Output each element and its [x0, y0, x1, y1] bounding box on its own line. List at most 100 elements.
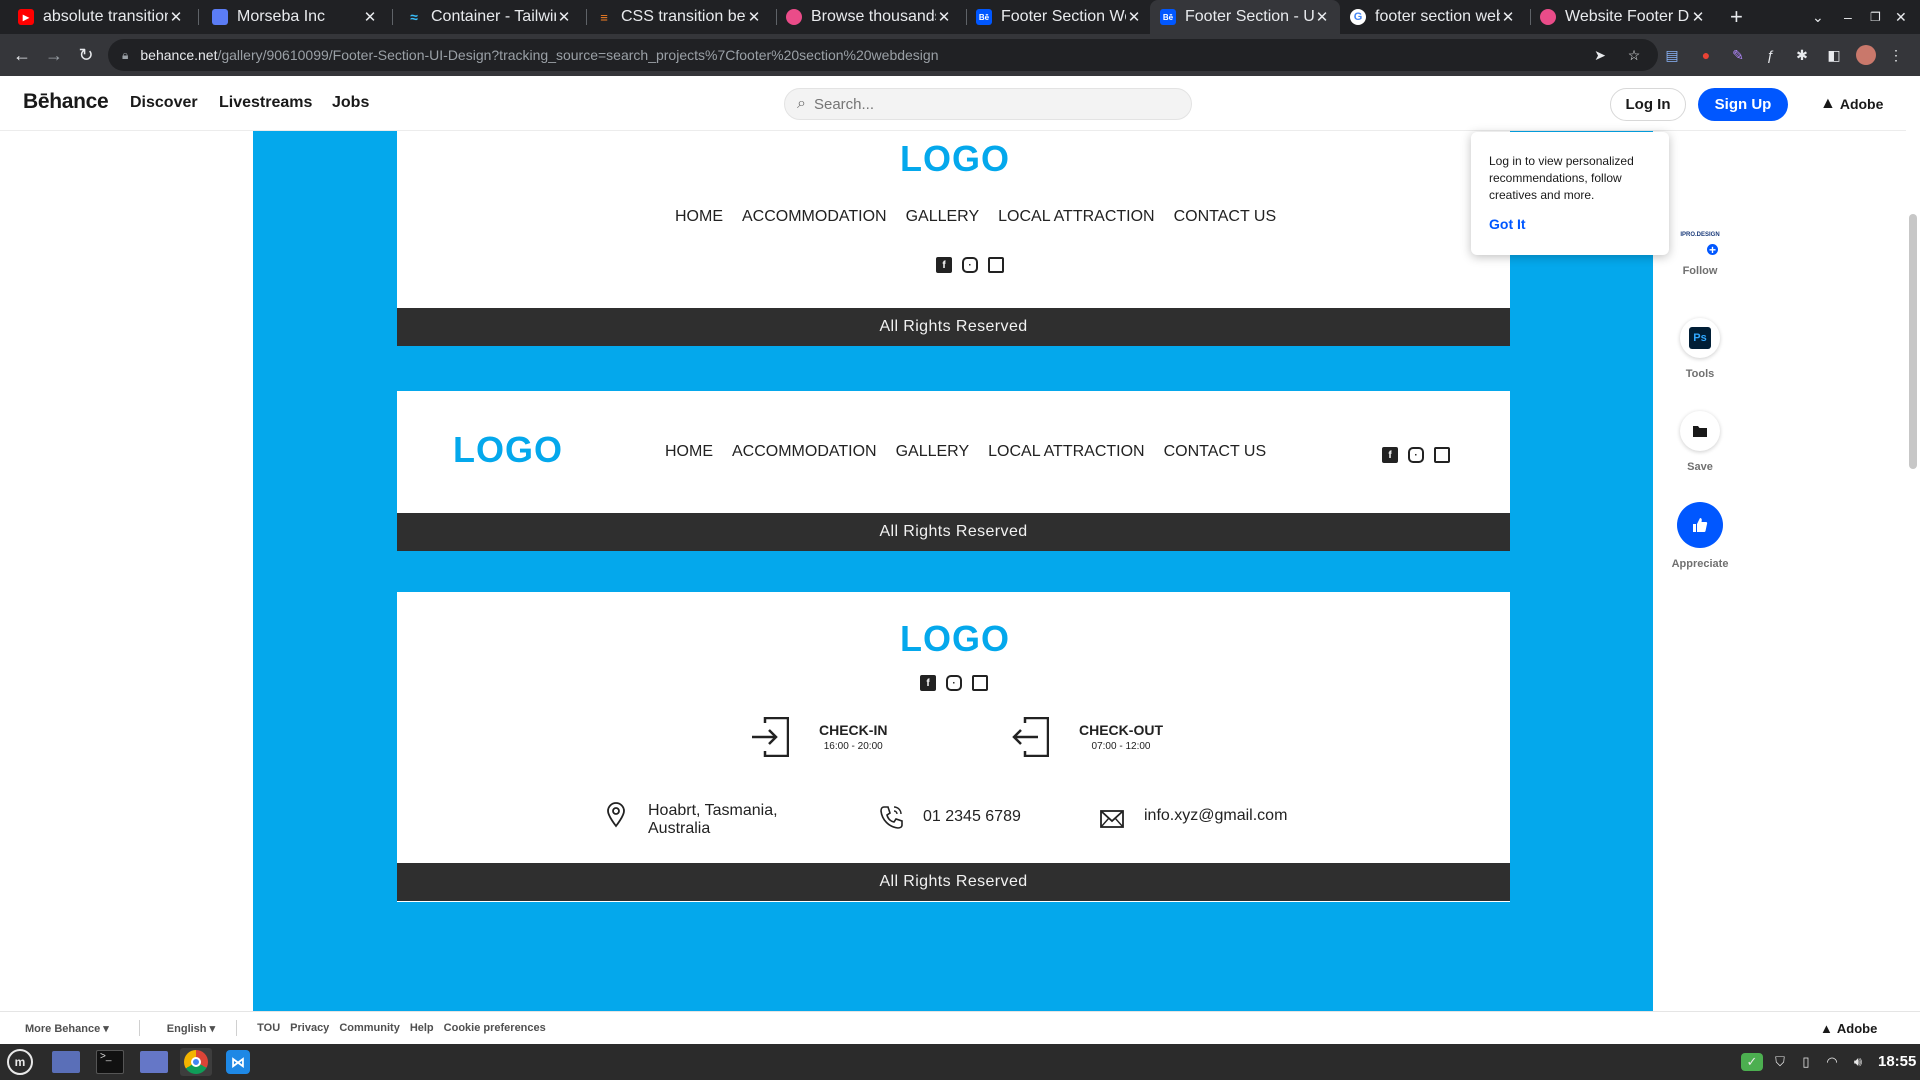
tab-title: Website Footer De — [1565, 8, 1690, 25]
mint-menu-icon[interactable]: m — [4, 1048, 36, 1076]
clock[interactable]: 18:55 — [1878, 1053, 1916, 1070]
language-dropdown[interactable]: English ▾ — [167, 1022, 215, 1035]
new-tab-button[interactable]: + — [1730, 0, 1743, 34]
profile-avatar[interactable] — [1856, 45, 1876, 65]
browser-tab-active[interactable]: Bē Footer Section - U ✕ — [1150, 0, 1340, 34]
behance-icon: Bē — [1160, 9, 1176, 25]
nav-livestreams[interactable]: Livestreams — [219, 94, 312, 112]
wifi-icon[interactable]: ◠ — [1822, 1053, 1842, 1071]
terminal-icon[interactable]: >_ — [94, 1048, 126, 1076]
signup-button[interactable]: Sign Up — [1698, 88, 1788, 121]
minimize-icon[interactable]: – — [1844, 0, 1852, 34]
close-tab-icon[interactable]: ✕ — [1314, 8, 1330, 26]
footer-adobe-link[interactable]: ▲ Adobe — [1820, 1021, 1877, 1036]
restore-icon[interactable]: ❐ — [1870, 0, 1881, 34]
footer-link-tou[interactable]: TOU — [257, 1022, 280, 1034]
reload-icon[interactable]: ↻ — [72, 41, 100, 69]
footer-link-cookie-preferences[interactable]: Cookie preferences — [444, 1022, 546, 1034]
tools-button[interactable]: Ps — [1680, 318, 1720, 358]
rail-tools[interactable]: Ps Tools — [1676, 318, 1724, 380]
extensions-puzzle-icon[interactable]: ✱ — [1792, 45, 1812, 65]
close-tab-icon[interactable]: ✕ — [1500, 8, 1516, 26]
close-tab-icon[interactable]: ✕ — [936, 8, 952, 26]
close-tab-icon[interactable]: ✕ — [556, 8, 572, 26]
close-tab-icon[interactable]: ✕ — [746, 8, 762, 26]
close-window-icon[interactable]: ✕ — [1895, 0, 1907, 34]
forward-icon[interactable]: → — [40, 41, 68, 69]
extension-adblock-icon[interactable]: ● — [1696, 45, 1716, 65]
adobe-link[interactable]: ▲ Adobe — [1820, 95, 1883, 113]
browser-tab[interactable]: Bē Footer Section We ✕ — [966, 0, 1152, 34]
browser-tab[interactable]: Website Footer De ✕ — [1530, 0, 1716, 34]
browser-tab[interactable]: Morseba Inc ✕ — [202, 0, 388, 34]
adobe-logo-icon: ▲ — [1820, 95, 1836, 112]
footer-link-help[interactable]: Help — [410, 1022, 434, 1034]
back-icon[interactable]: ← — [8, 41, 36, 69]
footer-nav-contact: CONTACT US — [1163, 443, 1267, 460]
url-text[interactable]: behance.net/gallery/90610099/Footer-Sect… — [140, 47, 938, 63]
extension-pen-icon[interactable]: ✎ — [1728, 45, 1748, 65]
more-behance-dropdown[interactable]: More Behance ▾ — [25, 1022, 109, 1035]
volume-icon[interactable]: 🔊︎ — [1848, 1053, 1868, 1071]
search-icon: ⌕ — [797, 95, 806, 112]
footer-nav-home: HOME — [675, 208, 723, 225]
browser-tab[interactable]: G footer section web ✕ — [1340, 0, 1526, 34]
page-scrollbar[interactable] — [1906, 76, 1920, 1011]
clipboard-icon[interactable]: ▯ — [1796, 1053, 1816, 1071]
rail-save[interactable]: Save — [1676, 411, 1724, 473]
show-desktop-icon[interactable] — [50, 1048, 82, 1076]
close-tab-icon[interactable]: ✕ — [168, 8, 184, 26]
address-bar[interactable]: 🔒︎ behance.net/gallery/90610099/Footer-S… — [108, 39, 1658, 71]
browser-tab[interactable]: ▶ absolute transition ✕ — [8, 0, 194, 34]
send-icon[interactable]: ➤ — [1590, 45, 1610, 65]
checkout-label: CHECK-OUT — [1079, 722, 1163, 738]
scrollbar-thumb[interactable] — [1909, 214, 1917, 469]
phone-icon — [880, 806, 903, 829]
footer-link-community[interactable]: Community — [339, 1022, 400, 1034]
rights-bar: All Rights Reserved — [397, 513, 1510, 551]
instagram-icon: · — [962, 257, 978, 273]
tab-title: Browse thousands — [811, 8, 936, 25]
footer-logo: LOGO — [900, 138, 1010, 179]
rail-follow[interactable]: IPRO.DESIGN + Follow — [1676, 215, 1724, 277]
rights-bar: All Rights Reserved — [397, 308, 1510, 346]
close-tab-icon[interactable]: ✕ — [362, 8, 378, 26]
owner-avatar[interactable]: IPRO.DESIGN + — [1680, 215, 1720, 257]
close-tab-icon[interactable]: ✕ — [1690, 8, 1706, 26]
close-tab-icon[interactable]: ✕ — [1126, 8, 1142, 26]
file-manager-icon[interactable] — [138, 1048, 170, 1076]
search-input[interactable] — [813, 95, 1154, 113]
instagram-icon: · — [1408, 447, 1424, 463]
bookmark-star-icon[interactable]: ☆ — [1624, 45, 1644, 65]
nav-jobs[interactable]: Jobs — [332, 94, 369, 112]
save-button[interactable] — [1680, 411, 1720, 451]
browser-toolbar: ← → ↻ 🔒︎ behance.net/gallery/90610099/Fo… — [0, 34, 1920, 76]
extension-sheets-icon[interactable]: ▤ — [1662, 45, 1682, 65]
nav-discover[interactable]: Discover — [130, 94, 198, 112]
tools-label: Tools — [1685, 368, 1715, 380]
tooltip-message: Log in to view personalized recommendati… — [1489, 154, 1634, 202]
appreciate-label: Appreciate — [1671, 558, 1729, 570]
extension-formula-icon[interactable]: ƒ — [1760, 45, 1780, 65]
chrome-taskbar-icon[interactable] — [180, 1048, 212, 1076]
got-it-button[interactable]: Got It — [1489, 216, 1651, 232]
vscode-icon[interactable]: ⋈ — [222, 1048, 254, 1076]
social-icons: f · — [1382, 447, 1450, 463]
dribbble-icon — [786, 9, 802, 25]
footer-link-privacy[interactable]: Privacy — [290, 1022, 329, 1034]
shield-icon[interactable]: ⛉ — [1770, 1053, 1790, 1071]
browser-tab[interactable]: ≈ Container - Tailwind ✕ — [396, 0, 582, 34]
tab-title: Footer Section We — [1001, 8, 1126, 25]
search-box[interactable]: ⌕ — [784, 88, 1192, 120]
follow-plus-icon[interactable]: + — [1705, 242, 1720, 257]
browser-tab[interactable]: ≡ CSS transition betw ✕ — [586, 0, 772, 34]
update-manager-icon[interactable]: ✓ — [1741, 1053, 1763, 1071]
behance-logo[interactable]: Bēhance — [23, 90, 109, 114]
tab-search-icon[interactable]: ⌄ — [1812, 0, 1824, 34]
browser-tab[interactable]: Browse thousands ✕ — [776, 0, 962, 34]
login-button[interactable]: Log In — [1610, 88, 1686, 121]
browser-menu-icon[interactable]: ⋮ — [1886, 45, 1906, 65]
side-panel-icon[interactable]: ◧ — [1824, 45, 1844, 65]
rail-appreciate[interactable]: Appreciate — [1672, 502, 1728, 570]
appreciate-button[interactable] — [1677, 502, 1723, 548]
